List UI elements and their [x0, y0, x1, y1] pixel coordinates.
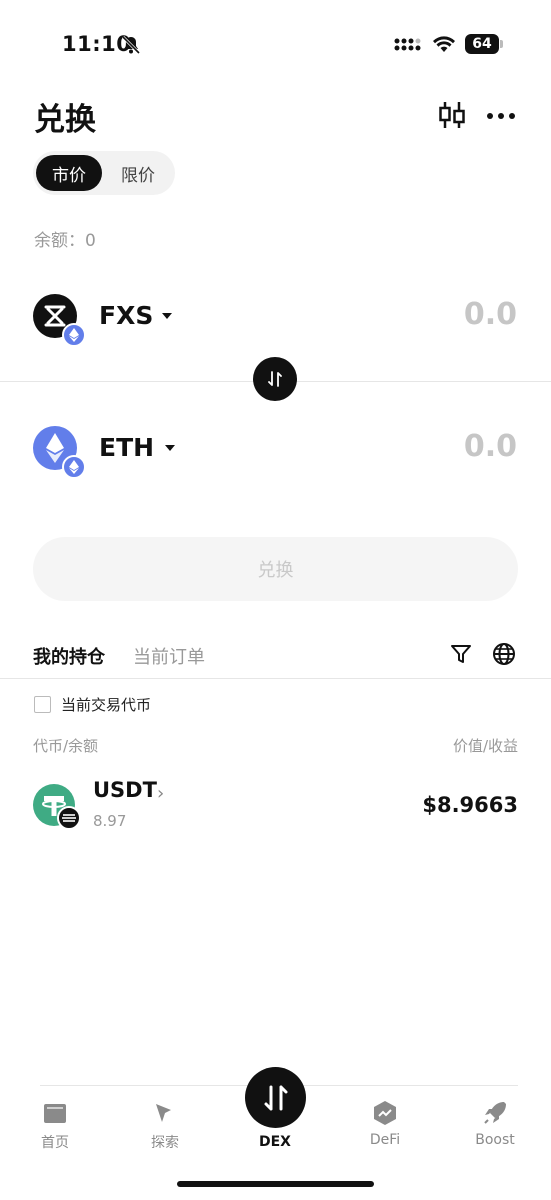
nav-label: DeFi	[369, 1132, 401, 1148]
swap-direction-button[interactable]	[253, 357, 297, 401]
wallet-icon	[15, 1098, 95, 1128]
globe-icon[interactable]	[492, 642, 516, 670]
swap-icon	[264, 1085, 287, 1110]
nav-item-defi[interactable]: DeFi	[345, 1098, 425, 1148]
nav-item-explore[interactable]: 探索	[125, 1098, 205, 1152]
home-indicator	[177, 1181, 374, 1187]
holding-balance: 8.97	[93, 812, 127, 830]
swap-button[interactable]: 兑换	[33, 537, 518, 601]
chain-badge-icon	[57, 806, 81, 830]
ethereum-chain-badge-icon	[62, 323, 86, 347]
column-header-value-pnl: 价值/收益	[452, 737, 518, 755]
ethereum-chain-badge-icon	[62, 455, 86, 479]
current-token-checkbox[interactable]	[34, 696, 51, 713]
page-title: 兑换	[34, 102, 96, 138]
nav-label: Boost	[475, 1132, 515, 1148]
current-token-filter-label[interactable]: 当前交易代币	[61, 694, 151, 715]
from-token-symbol: FXS	[99, 301, 154, 330]
bell-muted-icon	[121, 35, 141, 59]
to-token-symbol: ETH	[99, 433, 155, 462]
defi-icon	[345, 1098, 425, 1128]
divider	[0, 678, 551, 679]
rocket-icon	[455, 1098, 535, 1128]
chevron-right-icon[interactable]: ›	[157, 783, 164, 804]
from-token-row[interactable]: FXS 0.0	[33, 292, 523, 347]
market-order-tab[interactable]: 市价	[36, 155, 102, 191]
balance-text: 余额：0	[34, 231, 96, 251]
tab-current-orders[interactable]: 当前订单	[133, 643, 205, 669]
to-amount-input[interactable]: 0.0	[464, 429, 517, 464]
wifi-icon	[432, 35, 456, 57]
more-icon[interactable]	[486, 105, 516, 124]
nav-item-boost[interactable]: Boost	[455, 1098, 535, 1148]
holding-value: $8.9663	[422, 793, 518, 817]
nav-item-home[interactable]: 首页	[15, 1098, 95, 1152]
from-amount-input[interactable]: 0.0	[464, 297, 517, 332]
nav-label-dex[interactable]: DEX	[235, 1134, 315, 1150]
battery-nub	[500, 40, 503, 48]
signal-icon	[394, 36, 422, 56]
column-header-token-balance: 代币/余额	[33, 737, 99, 755]
to-token-dropdown-icon[interactable]	[165, 445, 175, 451]
limit-order-tab[interactable]: 限价	[105, 155, 171, 191]
swap-arrows-icon	[268, 371, 282, 387]
tab-my-holdings[interactable]: 我的持仓	[33, 643, 105, 669]
holding-symbol[interactable]: USDT	[93, 778, 157, 802]
nav-item-dex[interactable]	[245, 1067, 306, 1128]
candlestick-chart-icon[interactable]	[438, 100, 466, 134]
filter-icon[interactable]	[450, 643, 472, 669]
nav-label: 首页	[41, 1135, 69, 1151]
from-token-dropdown-icon[interactable]	[162, 313, 172, 319]
nav-label: 探索	[151, 1135, 179, 1151]
compass-icon	[125, 1098, 205, 1128]
to-token-row[interactable]: ETH 0.0	[33, 424, 523, 479]
battery-indicator: 64	[465, 34, 499, 54]
